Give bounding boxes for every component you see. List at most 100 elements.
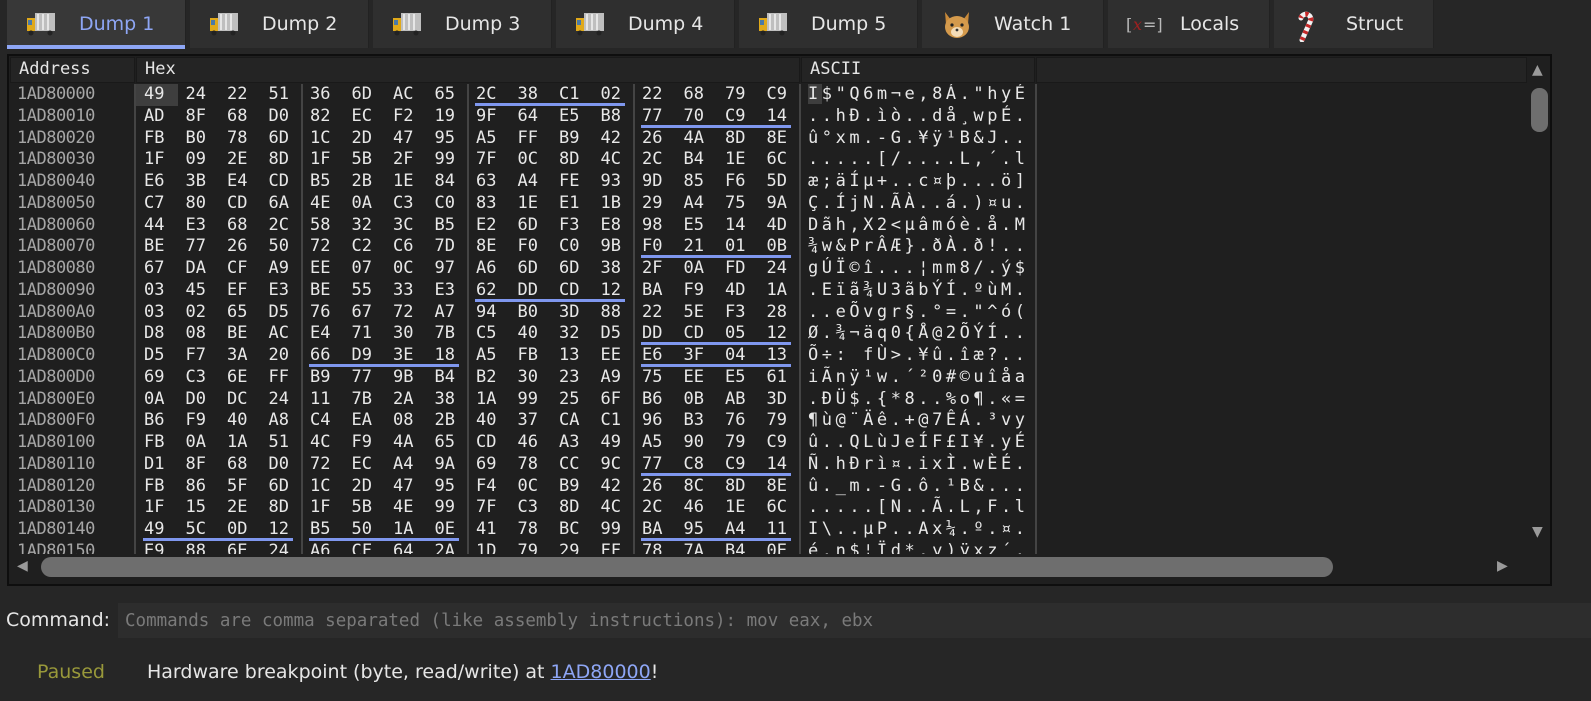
hex-byte[interactable]: 49 xyxy=(136,84,178,106)
ascii-text[interactable]: ..hÐ.ìò..då¸wpÉ. xyxy=(808,106,1029,128)
hex-byte[interactable]: EF xyxy=(219,280,261,302)
ascii-text[interactable]: .....[N..Ã.L,F.l xyxy=(808,497,1029,519)
dump-row[interactable]: 1AD80080 67 DA CF A9 EE 07 0C 97 A6 6D 6D 38 2F 0A FD 24… xyxy=(9,258,1049,280)
hex-byte[interactable]: 8D xyxy=(717,476,759,498)
hex-byte[interactable]: FF xyxy=(593,541,635,554)
hex-byte[interactable]: 4C xyxy=(302,432,344,454)
hex-byte[interactable]: 0A xyxy=(136,389,178,411)
dump-row[interactable]: 1AD800D0 69 C3 6E FF B9 77 9B B4 B2 30 23 A9 75 EE E5 61… xyxy=(9,367,1049,389)
hex-byte[interactable]: 7B xyxy=(427,323,469,345)
hex-byte[interactable]: BC xyxy=(551,519,593,541)
hex-byte[interactable]: 5B xyxy=(344,497,386,519)
hex-byte[interactable]: EE xyxy=(302,258,344,280)
tab-struct[interactable]: Struct xyxy=(1274,0,1434,48)
hex-byte[interactable]: 02 xyxy=(178,302,220,324)
hex-byte[interactable]: 2C xyxy=(634,149,676,171)
hex-byte[interactable]: C7 xyxy=(136,193,178,215)
tab-dump-5[interactable]: Dump 5 xyxy=(739,0,918,48)
hex-byte[interactable]: E5 xyxy=(676,215,718,237)
hex-byte[interactable]: 11 xyxy=(302,389,344,411)
hex-byte[interactable]: 84 xyxy=(427,171,469,193)
hex-byte[interactable]: 20 xyxy=(261,345,303,367)
tab-dump-1[interactable]: Dump 1 xyxy=(7,0,186,49)
row-address[interactable]: 1AD80100 xyxy=(17,432,95,454)
hex-byte[interactable]: B0 xyxy=(510,302,552,324)
hex-byte[interactable]: 29 xyxy=(634,193,676,215)
hex-byte[interactable]: 4E xyxy=(385,497,427,519)
hex-byte[interactable]: 2F xyxy=(385,149,427,171)
hex-byte[interactable]: CD xyxy=(261,171,303,193)
hex-byte[interactable]: 63 xyxy=(468,171,510,193)
hex-byte[interactable]: 03 xyxy=(136,280,178,302)
hex-byte[interactable]: 2D xyxy=(344,128,386,150)
hex-byte[interactable]: A8 xyxy=(261,410,303,432)
hex-byte[interactable]: 2D xyxy=(344,476,386,498)
hex-byte[interactable]: 71 xyxy=(344,323,386,345)
hex-byte[interactable]: 83 xyxy=(468,193,510,215)
hex-byte[interactable]: 3D xyxy=(759,389,801,411)
hex-byte[interactable]: F4 xyxy=(468,476,510,498)
hex-byte[interactable]: 99 xyxy=(427,149,469,171)
hex-byte[interactable]: E4 xyxy=(302,323,344,345)
tab-dump-4[interactable]: Dump 4 xyxy=(556,0,735,48)
hex-byte[interactable]: 24 xyxy=(261,389,303,411)
hex-byte[interactable]: 58 xyxy=(302,215,344,237)
hex-byte[interactable]: 9C xyxy=(593,454,635,476)
hex-byte[interactable]: 67 xyxy=(344,302,386,324)
row-address[interactable]: 1AD80040 xyxy=(17,171,95,193)
dump-row[interactable]: 1AD800C0 D5 F7 3A 20 66 D9 3E 18 A5 FB 13 EE E6 3F 04 13… xyxy=(9,345,1049,367)
hex-byte[interactable]: 65 xyxy=(219,302,261,324)
hex-byte[interactable]: D8 xyxy=(136,323,178,345)
hex-byte[interactable]: 1D xyxy=(468,541,510,554)
hex-byte[interactable]: 0A xyxy=(344,193,386,215)
hex-byte[interactable]: 68 xyxy=(219,106,261,128)
hex-byte[interactable]: 72 xyxy=(302,454,344,476)
hex-byte[interactable]: B3 xyxy=(676,410,718,432)
hex-byte[interactable]: B9 xyxy=(551,476,593,498)
hex-byte[interactable]: 6D xyxy=(344,84,386,106)
row-address[interactable]: 1AD80030 xyxy=(17,149,95,171)
hex-byte[interactable]: DC xyxy=(219,389,261,411)
hex-byte[interactable]: 47 xyxy=(385,476,427,498)
ascii-text[interactable]: ..eÕvgr§.°=."^ó( xyxy=(808,302,1029,324)
dump-row[interactable]: 1AD80130 1F 15 2E 8D 1F 5B 4E 99 7F C3 8D 4C 2C 46 1E 6C… xyxy=(9,497,1049,519)
hex-byte[interactable]: 68 xyxy=(219,454,261,476)
hex-byte[interactable]: 65 xyxy=(427,432,469,454)
hex-byte[interactable]: 61 xyxy=(759,367,801,389)
hex-byte[interactable]: 64 xyxy=(385,541,427,554)
hex-byte[interactable]: D5 xyxy=(261,302,303,324)
hex-byte[interactable]: 1A xyxy=(219,432,261,454)
dump-row[interactable]: 1AD80150 E9 88 6E 24 A6 CF 64 2A 1D 79 29 FF 78 7A B4 0E… xyxy=(9,541,1049,554)
hex-byte[interactable]: 3C xyxy=(385,215,427,237)
hex-byte[interactable]: 45 xyxy=(178,280,220,302)
hex-byte[interactable]: 76 xyxy=(302,302,344,324)
hex-byte[interactable]: 24 xyxy=(261,541,303,554)
hex-byte[interactable]: 64 xyxy=(510,106,552,128)
hex-byte[interactable]: 30 xyxy=(385,323,427,345)
hex-byte[interactable]: 78 xyxy=(219,128,261,150)
hex-byte[interactable]: 6A xyxy=(261,193,303,215)
hex-byte[interactable]: 36 xyxy=(302,84,344,106)
hex-byte[interactable]: C3 xyxy=(510,497,552,519)
hex-byte[interactable]: E5 xyxy=(551,106,593,128)
row-address[interactable]: 1AD80150 xyxy=(17,541,95,554)
hex-byte[interactable]: AC xyxy=(261,323,303,345)
hex-byte[interactable]: 29 xyxy=(551,541,593,554)
hex-byte[interactable]: C0 xyxy=(551,236,593,258)
hex-byte[interactable]: 8E xyxy=(759,476,801,498)
row-address[interactable]: 1AD80130 xyxy=(17,497,95,519)
hex-byte[interactable]: B8 xyxy=(593,106,635,128)
hex-byte[interactable]: F3 xyxy=(551,215,593,237)
hex-byte[interactable]: B9 xyxy=(551,128,593,150)
dump-row[interactable]: 1AD80070 BE 77 26 50 72 C2 C6 7D 8E F0 C0 9B F0 21 01 0B… xyxy=(9,236,1049,259)
row-address[interactable]: 1AD80070 xyxy=(17,236,95,258)
hex-byte[interactable]: 75 xyxy=(717,193,759,215)
hex-byte[interactable]: EE xyxy=(593,345,635,367)
ascii-text[interactable]: û..QLùJeÍF£I¥.yÉ xyxy=(808,432,1029,454)
hex-byte[interactable]: 8F xyxy=(178,454,220,476)
hex-byte[interactable]: 93 xyxy=(593,171,635,193)
hex-byte[interactable]: 5F xyxy=(219,476,261,498)
tab-watch-1[interactable]: Watch 1 xyxy=(922,0,1104,48)
hex-byte[interactable]: 22 xyxy=(634,84,676,106)
hex-byte[interactable]: 37 xyxy=(510,410,552,432)
